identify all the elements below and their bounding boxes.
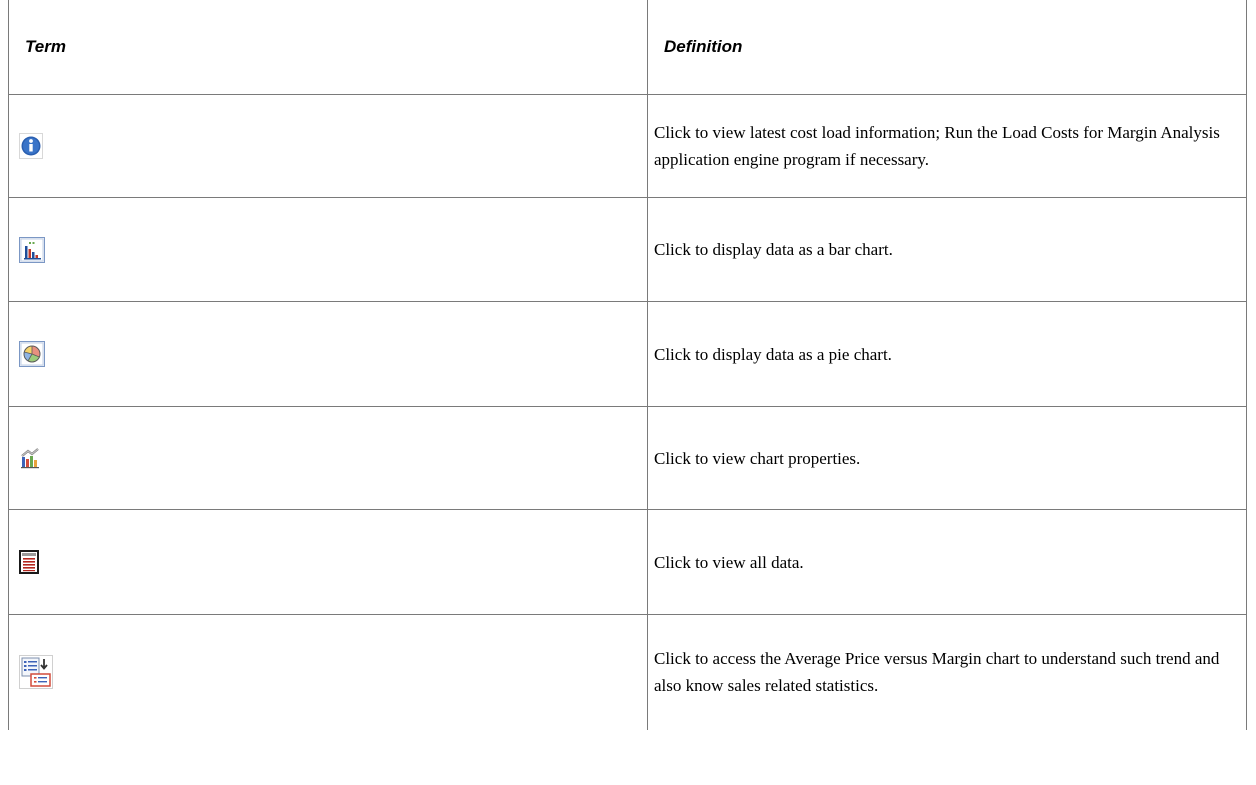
term-cell (8, 197, 648, 302)
table-row: Click to display data as a bar chart. (8, 197, 1247, 302)
definition-cell: Click to view chart properties. (647, 406, 1247, 510)
definition-cell: Click to view latest cost load informati… (647, 94, 1247, 198)
information-icon[interactable] (19, 133, 43, 159)
table-row: Click to view all data. (8, 509, 1247, 615)
definition-cell: Click to display data as a pie chart. (647, 301, 1247, 407)
term-cell (8, 94, 648, 198)
term-cell (8, 301, 648, 407)
average-price-margin-icon[interactable] (19, 655, 53, 690)
chart-properties-icon[interactable] (19, 447, 41, 469)
table-header-row: Term Definition (8, 0, 1247, 95)
term-definition-table: Term Definition Click to view latest cos… (8, 0, 1247, 730)
pie-chart-icon[interactable] (19, 341, 45, 367)
table-row: Click to view latest cost load informati… (8, 94, 1247, 198)
table-row: Click to access the Average Price versus… (8, 614, 1247, 730)
table-row: Click to view chart properties. (8, 406, 1247, 510)
term-cell (8, 509, 648, 615)
definition-cell: Click to view all data. (647, 509, 1247, 615)
definition-cell: Click to display data as a bar chart. (647, 197, 1247, 302)
definition-cell: Click to access the Average Price versus… (647, 614, 1247, 730)
view-all-data-icon[interactable] (19, 550, 39, 574)
table-row: Click to display data as a pie chart. (8, 301, 1247, 407)
definition-column-header: Definition (647, 0, 1247, 95)
term-cell (8, 614, 648, 730)
bar-chart-icon[interactable] (19, 236, 45, 263)
term-column-header: Term (8, 0, 648, 95)
term-cell (8, 406, 648, 510)
